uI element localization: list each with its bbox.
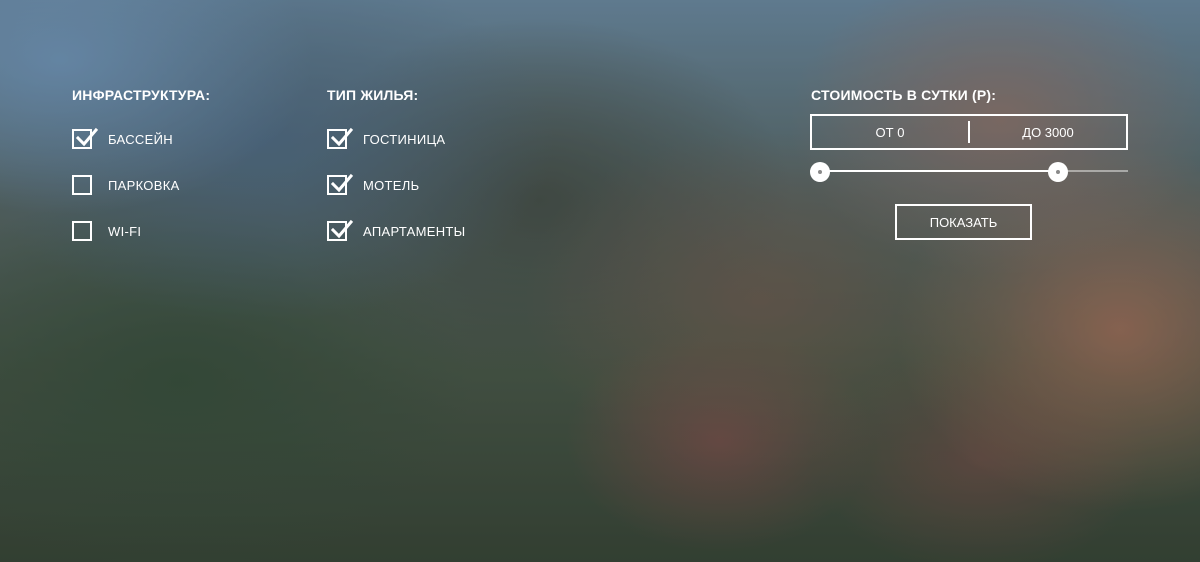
checkbox[interactable]	[327, 219, 354, 241]
checkbox-option-parking[interactable]: ПАРКОВКА	[72, 173, 180, 197]
slider-min-handle[interactable]	[810, 162, 830, 182]
checkbox[interactable]	[72, 221, 92, 241]
checkbox-option-pool[interactable]: БАССЕЙН	[72, 127, 173, 151]
filter-panel: ИНФРАСТРУКТУРА: БАССЕЙН ПАРКОВКА WI-FI Т…	[0, 0, 1200, 562]
checkbox-option-wifi[interactable]: WI-FI	[72, 219, 141, 243]
infrastructure-title: ИНФРАСТРУКТУРА:	[72, 87, 211, 103]
checkbox[interactable]	[327, 173, 354, 195]
checkmark-icon	[330, 173, 354, 193]
checkbox-label: WI-FI	[108, 223, 142, 239]
housing-type-title: ТИП ЖИЛЬЯ:	[327, 87, 419, 103]
price-to-field[interactable]: ДО 3000	[970, 116, 1126, 148]
checkbox-option-hotel[interactable]: ГОСТИНИЦА	[327, 127, 445, 151]
checkbox-label: МОТЕЛЬ	[363, 177, 420, 193]
slider-track-fill	[820, 170, 1059, 172]
price-range-box: ОТ 0 ДО 3000	[810, 114, 1128, 150]
slider-max-handle[interactable]	[1048, 162, 1069, 182]
checkbox-label: ПАРКОВКА	[108, 177, 180, 193]
checkbox-label: АПАРТАМЕНТЫ	[363, 223, 466, 239]
show-button[interactable]: ПОКАЗАТЬ	[895, 204, 1032, 240]
price-range-slider[interactable]	[810, 162, 1128, 182]
checkbox-label: БАССЕЙН	[108, 131, 173, 147]
checkmark-icon	[75, 127, 99, 147]
checkmark-icon	[330, 127, 354, 147]
checkbox-label: ГОСТИНИЦА	[363, 131, 446, 147]
checkbox[interactable]	[327, 127, 354, 149]
price-title: СТОИМОСТЬ В СУТКИ (Р):	[811, 87, 997, 103]
price-from-field[interactable]: ОТ 0	[812, 116, 968, 148]
checkbox-option-motel[interactable]: МОТЕЛЬ	[327, 173, 419, 197]
checkbox-option-apartments[interactable]: АПАРТАМЕНТЫ	[327, 219, 465, 243]
checkbox[interactable]	[72, 127, 99, 149]
checkbox[interactable]	[72, 175, 92, 195]
checkmark-icon	[330, 219, 354, 239]
